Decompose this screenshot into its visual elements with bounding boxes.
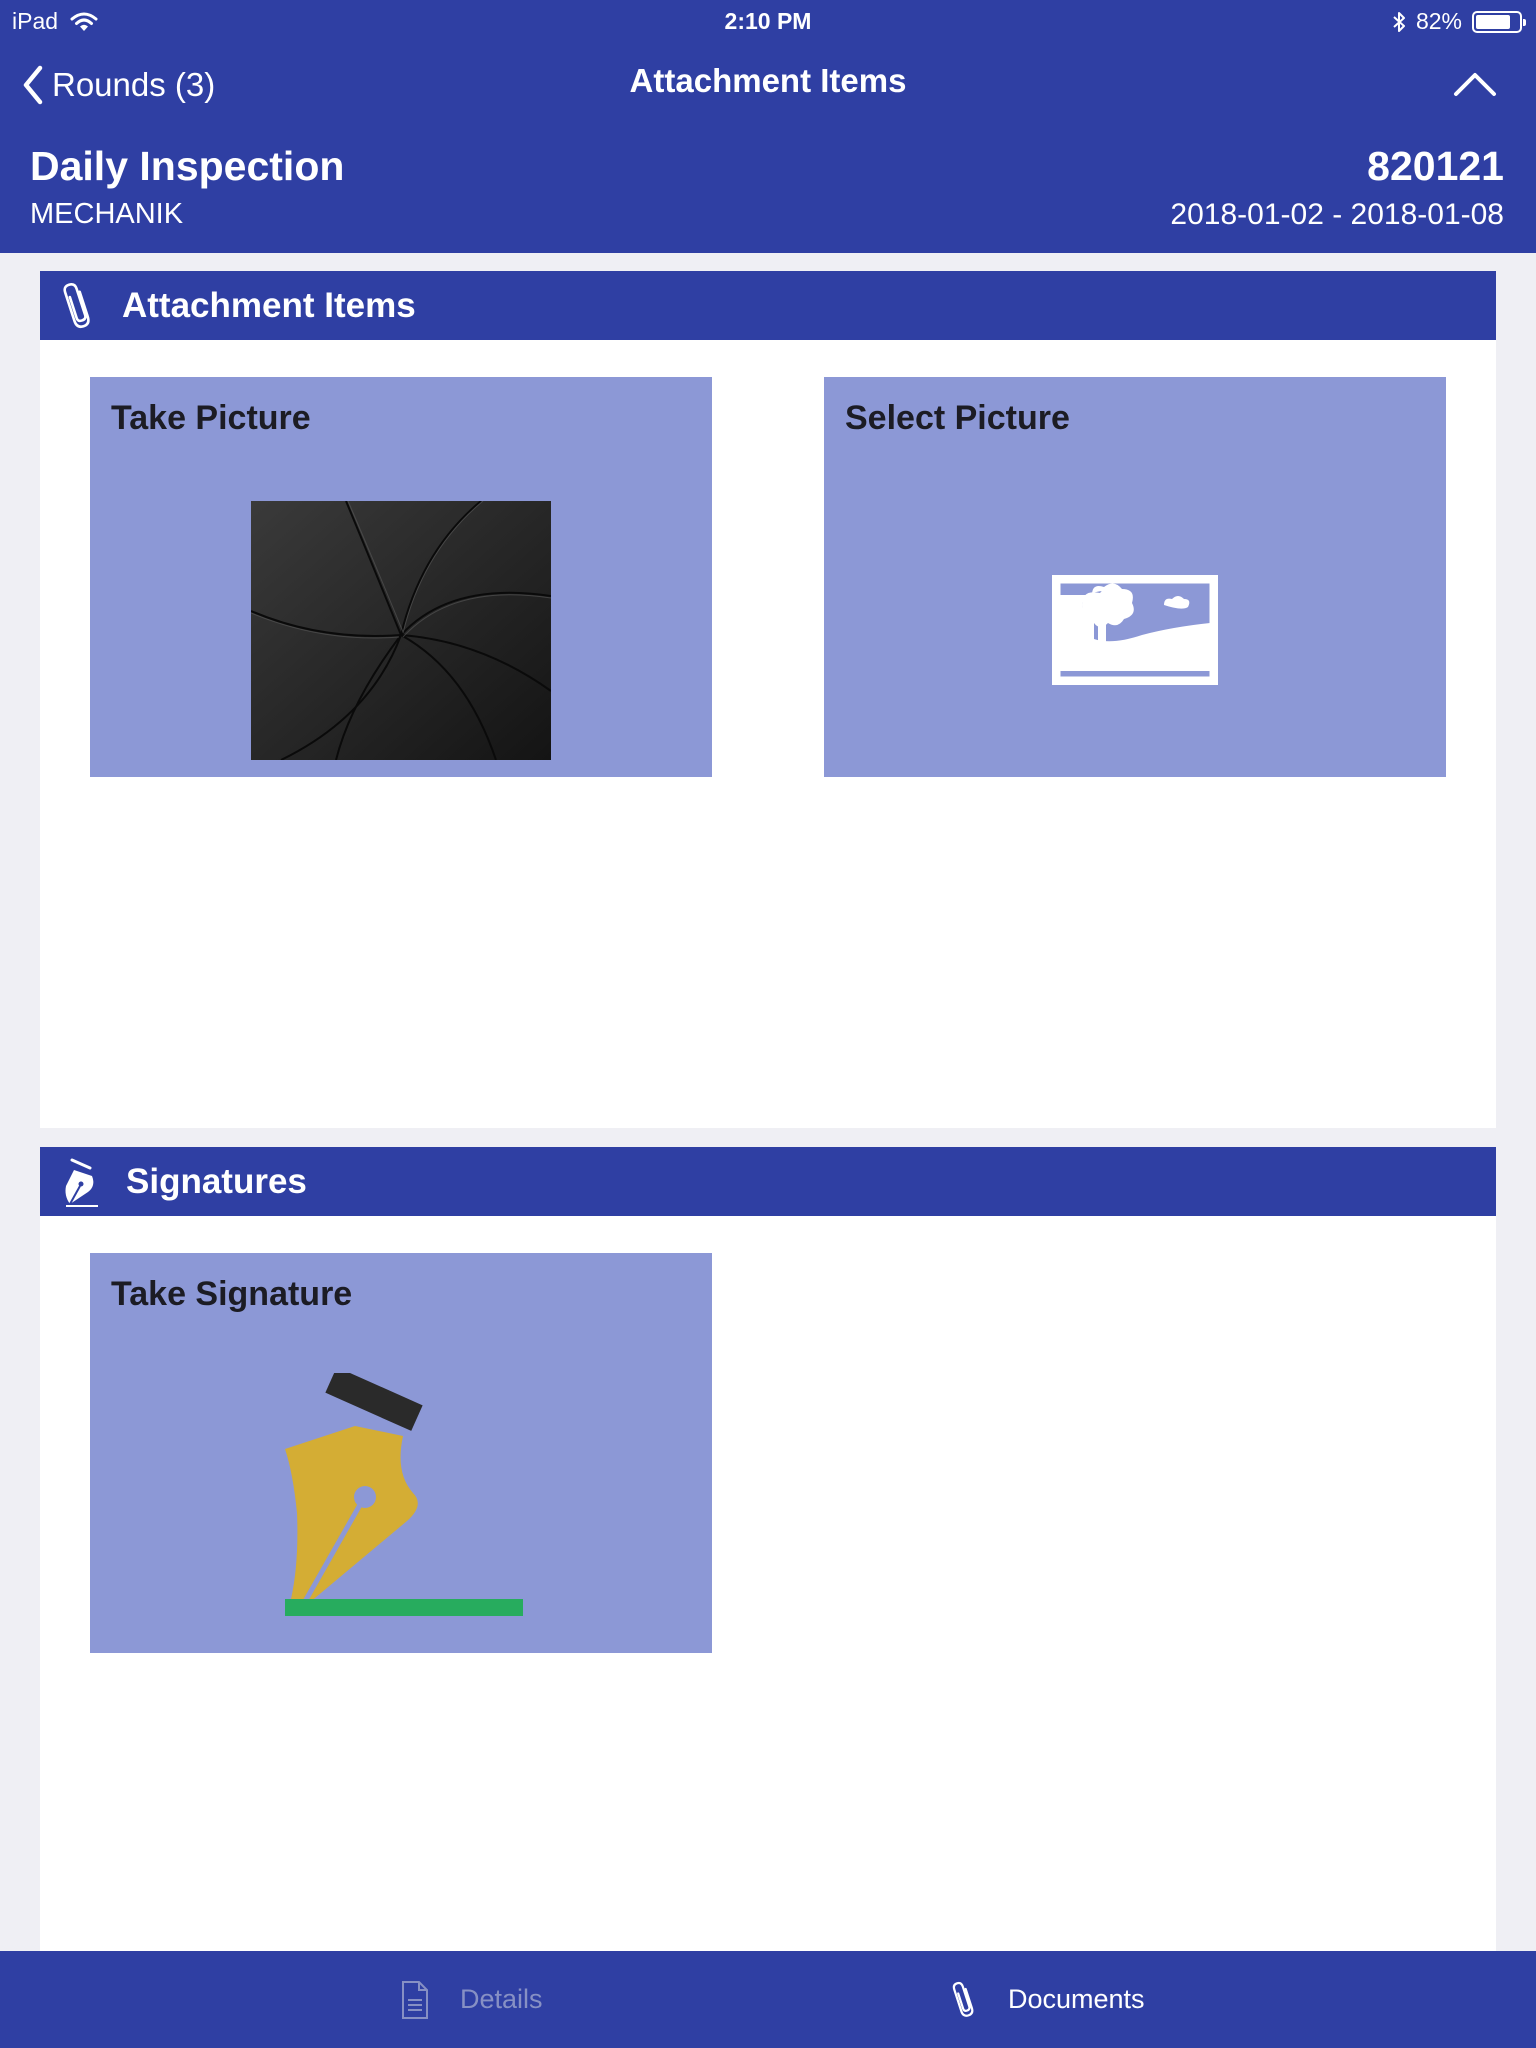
- nav-title: Attachment Items: [629, 62, 907, 99]
- section-title: Attachment Items: [122, 285, 416, 325]
- camera-shutter-icon: [251, 501, 551, 760]
- tab-details[interactable]: Details: [400, 1951, 543, 2048]
- tile-label: Take Picture: [111, 399, 311, 437]
- section-header-attachments: Attachment Items: [40, 271, 1496, 340]
- status-bar: iPad 2:10 PM 82%: [0, 0, 1536, 40]
- collapse-button[interactable]: [1450, 62, 1500, 106]
- document-icon: [402, 1980, 428, 2019]
- paperclip-icon: [952, 1981, 974, 2017]
- tab-bar: Details Documents: [0, 1951, 1536, 2048]
- app-header: iPad 2:10 PM 82% Rounds (3) Attachment I…: [0, 0, 1536, 253]
- signature-pen-icon: [65, 1158, 98, 1207]
- tab-label: Documents: [1008, 1984, 1145, 2014]
- select-picture-tile[interactable]: Select Picture: [824, 377, 1446, 777]
- bluetooth-icon: [1393, 11, 1405, 32]
- attachment-items-section: Attachment Items Take Picture Select Pic…: [40, 271, 1496, 1128]
- section-header-signatures: Signatures: [40, 1147, 1496, 1216]
- battery-percent: 82%: [1415, 8, 1462, 34]
- take-signature-tile[interactable]: Take Signature: [90, 1253, 712, 1653]
- paperclip-icon: [63, 282, 90, 328]
- signatures-section: Signatures Take Signature: [40, 1147, 1496, 1951]
- take-picture-tile[interactable]: Take Picture: [90, 377, 712, 777]
- battery-icon: [1472, 10, 1526, 33]
- tile-label: Take Signature: [111, 1275, 353, 1313]
- inspection-dates: 2018-01-02 - 2018-01-08: [1170, 198, 1504, 231]
- inspection-title: Daily Inspection: [30, 143, 345, 189]
- tab-documents[interactable]: Documents: [950, 1951, 1145, 2048]
- tile-label: Select Picture: [845, 399, 1070, 437]
- inspection-subtitle: MECHANIK: [30, 198, 184, 230]
- photo-gallery-icon: [1052, 575, 1218, 685]
- section-title: Signatures: [126, 1161, 307, 1201]
- inspection-id: 820121: [1367, 143, 1504, 189]
- chevron-up-icon: [1454, 73, 1496, 96]
- fountain-pen-icon: [285, 1373, 523, 1616]
- status-time: 2:10 PM: [724, 8, 812, 34]
- tab-label: Details: [460, 1984, 543, 2014]
